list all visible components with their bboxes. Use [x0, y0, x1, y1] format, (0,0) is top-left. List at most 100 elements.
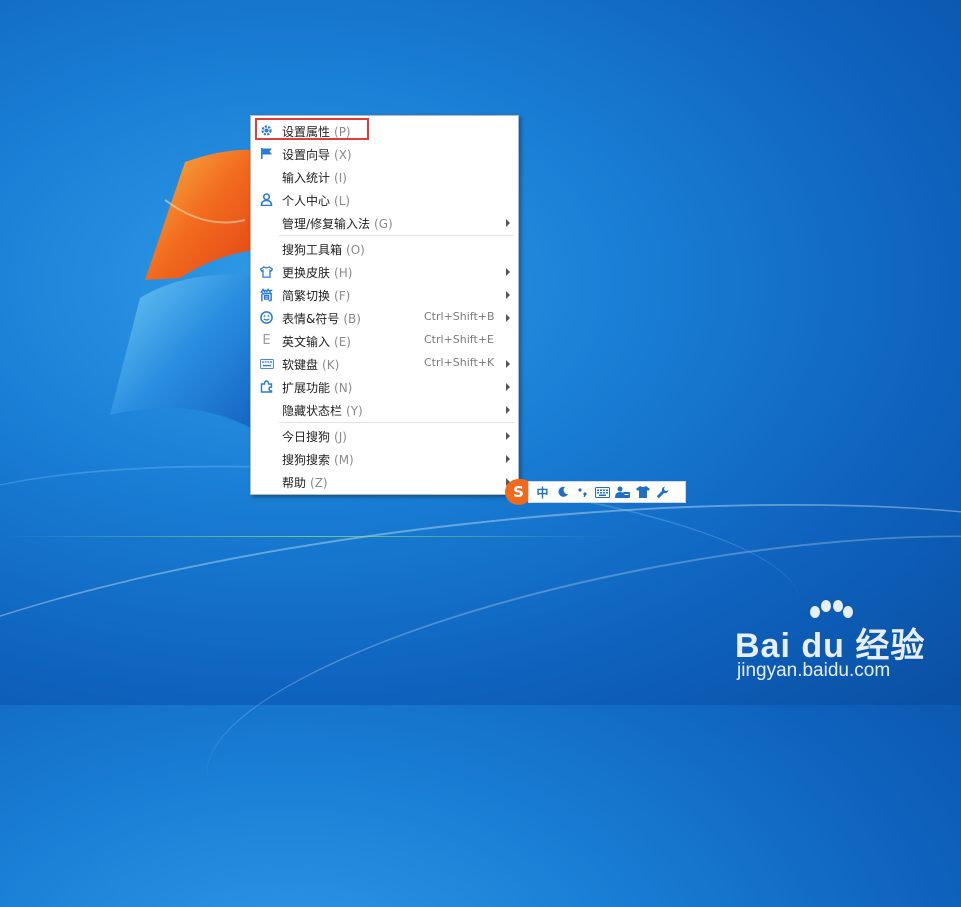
- menu-item-text: 更换皮肤: [282, 266, 331, 280]
- wrench-icon[interactable]: [655, 485, 670, 500]
- menu-item-label: 设置属性 (P): [282, 123, 351, 140]
- menu-item-text: 扩展功能: [282, 381, 331, 395]
- user-icon: [259, 192, 274, 207]
- smiley-icon: [259, 310, 274, 325]
- baidu-jingyan-watermark: Bai du 经验 jingyan.baidu.com: [735, 600, 935, 690]
- menu-item-accelerator: (E): [334, 335, 351, 349]
- windows-logo: [110, 149, 255, 430]
- menu-item-label: 软键盘 (K): [282, 356, 339, 373]
- menu-item[interactable]: 管理/修复输入法 (G): [253, 211, 516, 234]
- menu-item-label: 今日搜狗 (J): [282, 428, 347, 445]
- menu-item[interactable]: E 英文输入 (E) Ctrl+Shift+E: [253, 329, 516, 352]
- menu-item-accelerator: (H): [334, 266, 353, 280]
- menu-item-label: 扩展功能 (N): [282, 379, 352, 396]
- menu-item[interactable]: 搜狗工具箱 (O): [253, 237, 516, 260]
- sogou-status-bar: S 中: [505, 479, 686, 505]
- menu-item-accelerator: (Y): [346, 404, 363, 418]
- jian-icon: 简: [259, 289, 273, 304]
- menu-item-accelerator: (F): [334, 289, 351, 303]
- menu-item-shortcut: Ctrl+Shift+E: [424, 333, 494, 346]
- menu-item[interactable]: 帮助 (Z): [253, 470, 516, 493]
- submenu-arrow-icon: [506, 314, 510, 322]
- menu-item-label: 搜狗搜索 (M): [282, 451, 354, 468]
- menu-item-label: 设置向导 (X): [282, 146, 352, 163]
- menu-item-shortcut: Ctrl+Shift+K: [424, 356, 495, 369]
- menu-separator: [279, 422, 514, 423]
- menu-item-text: 管理/修复输入法: [282, 217, 371, 231]
- menu-item-label: 简繁切换 (F): [282, 287, 350, 304]
- menu-item-text: 设置属性: [282, 125, 331, 139]
- menu-item-text: 软键盘: [282, 358, 319, 372]
- menu-item[interactable]: 设置向导 (X): [253, 142, 516, 165]
- menu-item-accelerator: (P): [334, 125, 351, 139]
- submenu-arrow-icon: [506, 291, 510, 299]
- menu-item-shortcut: Ctrl+Shift+B: [424, 310, 495, 323]
- submenu-arrow-icon: [506, 406, 510, 414]
- menu-item-accelerator: (L): [334, 194, 351, 208]
- menu-item-text: 个人中心: [282, 194, 331, 208]
- menu-item-accelerator: (N): [334, 381, 353, 395]
- menu-item-text: 输入统计: [282, 171, 331, 185]
- menu-item[interactable]: 扩展功能 (N): [253, 375, 516, 398]
- menu-separator: [279, 235, 514, 236]
- menu-item-label: 管理/修复输入法 (G): [282, 215, 393, 232]
- shirt-icon: [259, 264, 274, 279]
- puzzle-icon: [259, 379, 274, 394]
- menu-item-label: 个人中心 (L): [282, 192, 350, 209]
- menu-item-accelerator: (J): [334, 430, 347, 444]
- keyboard-icon[interactable]: [595, 485, 610, 500]
- flag-icon: [259, 146, 274, 161]
- menu-item-text: 设置向导: [282, 148, 331, 162]
- punctuation-icon[interactable]: [575, 485, 590, 500]
- menu-item[interactable]: 隐藏状态栏 (Y): [253, 398, 516, 421]
- gear-icon: [259, 123, 274, 138]
- menu-item-label: 帮助 (Z): [282, 474, 328, 491]
- menu-item-accelerator: (K): [322, 358, 340, 372]
- chinese-mode-icon[interactable]: 中: [535, 485, 550, 500]
- menu-item[interactable]: 今日搜狗 (J): [253, 424, 516, 447]
- menu-item-label: 隐藏状态栏 (Y): [282, 402, 363, 419]
- menu-item-text: 表情&符号: [282, 312, 340, 326]
- menu-item[interactable]: 设置属性 (P): [253, 119, 516, 142]
- submenu-arrow-icon: [506, 360, 510, 368]
- menu-item-text: 今日搜狗: [282, 430, 331, 444]
- menu-item-accelerator: (G): [374, 217, 393, 231]
- watermark-url: jingyan.baidu.com: [737, 660, 891, 681]
- menu-item-text: 搜狗工具箱: [282, 243, 343, 257]
- menu-item-label: 更换皮肤 (H): [282, 264, 352, 281]
- submenu-arrow-icon: [506, 455, 510, 463]
- menu-item-accelerator: (B): [343, 312, 361, 326]
- moon-icon[interactable]: [555, 485, 570, 500]
- status-bar-body: 中: [528, 481, 686, 503]
- keyboard-icon: [259, 356, 274, 371]
- menu-item-text: 帮助: [282, 476, 307, 490]
- menu-item-accelerator: (M): [334, 453, 354, 467]
- menu-item-text: 隐藏状态栏: [282, 404, 343, 418]
- shirt-icon[interactable]: [635, 485, 650, 500]
- menu-item-label: 搜狗工具箱 (O): [282, 241, 365, 258]
- user-card-icon[interactable]: [615, 485, 630, 500]
- menu-item-text: 简繁切换: [282, 289, 331, 303]
- menu-item-text: 英文输入: [282, 335, 331, 349]
- ime-context-menu: 设置属性 (P) 设置向导 (X) 输入统计 (I) 个人中心 (L) 管理/修复输入法 (G) 搜…: [250, 115, 519, 495]
- submenu-arrow-icon: [506, 219, 510, 227]
- desktop-glow-line: [0, 536, 620, 537]
- menu-item-accelerator: (Z): [310, 476, 328, 490]
- menu-item-accelerator: (I): [334, 171, 347, 185]
- submenu-arrow-icon: [506, 268, 510, 276]
- menu-item[interactable]: 简简繁切换 (F): [253, 283, 516, 306]
- menu-item[interactable]: 表情&符号 (B) Ctrl+Shift+B: [253, 306, 516, 329]
- menu-item-label: 输入统计 (I): [282, 169, 347, 186]
- menu-item[interactable]: 个人中心 (L): [253, 188, 516, 211]
- menu-item-accelerator: (X): [334, 148, 352, 162]
- menu-item-label: 表情&符号 (B): [282, 310, 361, 327]
- menu-item-text: 搜狗搜索: [282, 453, 331, 467]
- menu-item-accelerator: (O): [346, 243, 365, 257]
- menu-item[interactable]: 软键盘 (K) Ctrl+Shift+K: [253, 352, 516, 375]
- letter-e-icon: E: [262, 333, 271, 348]
- menu-item[interactable]: 更换皮肤 (H): [253, 260, 516, 283]
- submenu-arrow-icon: [506, 432, 510, 440]
- menu-item[interactable]: 输入统计 (I): [253, 165, 516, 188]
- menu-item[interactable]: 搜狗搜索 (M): [253, 447, 516, 470]
- menu-item-label: 英文输入 (E): [282, 333, 351, 350]
